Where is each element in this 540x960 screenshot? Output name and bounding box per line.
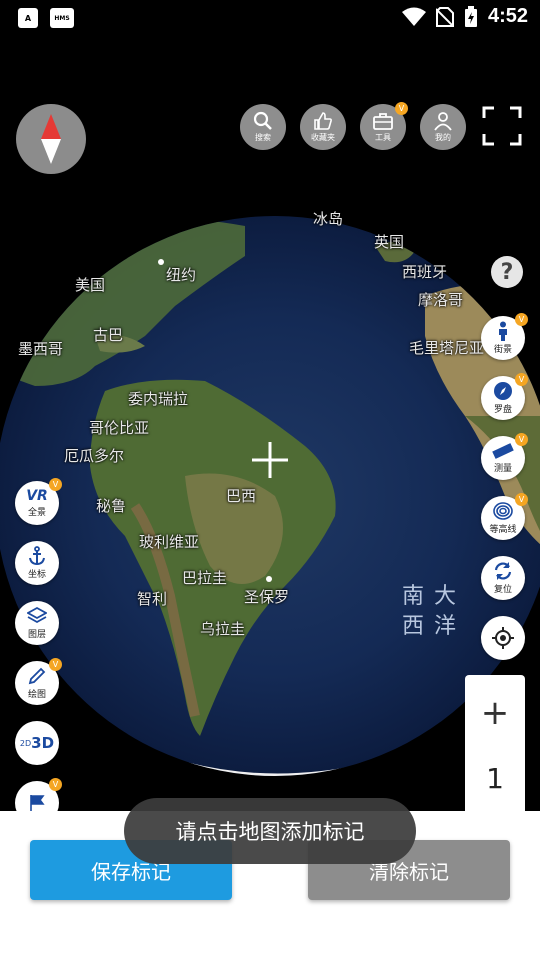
status-bar: A HMS 4:52 (0, 0, 540, 36)
street-view-button[interactable]: 街景 V (481, 313, 528, 360)
map-label-cuba: 古巴 (93, 326, 124, 344)
vr-icon: VR (26, 488, 48, 504)
map-label-new-york: 纽约 (166, 266, 197, 284)
view-mode-3d-button[interactable]: 2D 3D (15, 721, 59, 765)
map-label-sao-paulo: 圣保罗 (244, 588, 290, 606)
help-button[interactable]: ? (491, 256, 523, 288)
compass-tool-button[interactable]: 罗盘 V (481, 373, 528, 420)
coordinates-label: 坐标 (27, 570, 46, 580)
contour-lines-icon (493, 502, 513, 520)
drawing-button[interactable]: 绘图 V (15, 658, 62, 705)
refresh-icon (494, 562, 512, 580)
drawing-label: 绘图 (27, 690, 46, 700)
map-label-usa: 美国 (75, 276, 106, 294)
toolbox-icon (373, 113, 393, 130)
profile-button[interactable]: 我的 (420, 104, 466, 150)
mode-3d-label: 3D (31, 734, 55, 752)
no-sim-icon (435, 6, 454, 27)
fullscreen-icon[interactable] (482, 106, 522, 146)
tools-label: 工具 (375, 133, 391, 142)
measure-button[interactable]: 测量 V (481, 433, 528, 480)
map-label-colombia: 哥伦比亚 (89, 419, 150, 437)
map-label-uk: 英国 (374, 233, 405, 251)
layers-label: 图层 (27, 630, 46, 640)
map-label-peru: 秘鲁 (96, 497, 127, 515)
map-label-mexico: 墨西哥 (18, 340, 64, 358)
compass-button[interactable] (16, 104, 86, 174)
favorites-label: 收藏夹 (311, 133, 335, 142)
vip-badge: V (515, 433, 528, 446)
map-label-morocco: 摩洛哥 (418, 291, 464, 309)
wifi-icon (401, 7, 426, 26)
map-label-atlantic-ocean: 南大 西洋 (401, 584, 466, 639)
location-target-icon (492, 627, 514, 649)
battery-charging-icon (464, 5, 477, 27)
user-icon (434, 112, 452, 131)
vr-panorama-button[interactable]: VR 全景 V (15, 478, 62, 525)
measure-label: 测量 (493, 464, 512, 474)
crosshair-icon (252, 442, 288, 478)
vip-badge: V (515, 493, 528, 506)
street-view-label: 街景 (493, 345, 512, 355)
map-label-uruguay: 乌拉圭 (200, 620, 246, 638)
search-icon (253, 111, 272, 130)
map-label-chile: 智利 (137, 590, 168, 608)
map-point-new-york (158, 259, 164, 265)
search-label: 搜索 (255, 133, 271, 142)
clock: 4:52 (487, 5, 528, 27)
contour-label: 等高线 (489, 525, 517, 535)
compass-tool-label: 罗盘 (493, 405, 512, 415)
map-label-brazil: 巴西 (226, 487, 257, 505)
ruler-icon (492, 443, 514, 459)
favorites-button[interactable]: 收藏夹 (300, 104, 346, 150)
thumbs-up-icon (314, 112, 332, 130)
hms-icon: HMS (50, 8, 74, 28)
map-label-spain: 西班牙 (402, 263, 448, 281)
coordinates-button[interactable]: 坐标 (15, 541, 59, 585)
contour-button[interactable]: 等高线 V (481, 493, 528, 540)
locate-me-button[interactable] (481, 616, 525, 660)
compass-icon (494, 382, 512, 400)
person-icon (499, 321, 507, 341)
vip-badge: V (49, 658, 62, 671)
profile-label: 我的 (435, 133, 451, 142)
compass-needle-icon (41, 114, 61, 164)
tools-button[interactable]: 工具 V (360, 102, 408, 150)
anchor-icon (29, 546, 45, 566)
vip-badge: V (515, 373, 528, 386)
map-label-iceland: 冰岛 (313, 210, 344, 228)
layers-button[interactable]: 图层 (15, 601, 59, 645)
zoom-in-button[interactable]: + (465, 693, 525, 733)
panorama-label: 全景 (27, 508, 46, 518)
vip-badge: V (49, 478, 62, 491)
map-label-ecuador: 厄瓜多尔 (64, 447, 125, 465)
vip-badge: V (49, 778, 62, 791)
search-button[interactable]: 搜索 (240, 104, 286, 150)
flag-icon (30, 795, 45, 811)
map-point-sao-paulo (266, 576, 272, 582)
vip-badge: V (395, 102, 408, 115)
map-label-venezuela: 委内瑞拉 (128, 390, 189, 408)
zoom-level: 1 (486, 762, 504, 795)
map-label-bolivia: 玻利维亚 (139, 533, 200, 551)
layers-icon (27, 606, 47, 624)
reset-button[interactable]: 复位 (481, 556, 525, 600)
reset-label: 复位 (493, 585, 512, 595)
pencil-icon (28, 667, 46, 685)
map-label-mauritania: 毛里塔尼亚 (409, 339, 485, 357)
notification-a-icon: A (18, 8, 38, 28)
toast-message: 请点击地图添加标记 (124, 798, 416, 864)
map-label-paraguay: 巴拉圭 (182, 569, 228, 587)
vip-badge: V (515, 313, 528, 326)
mode-2d-label: 2D (19, 738, 32, 748)
